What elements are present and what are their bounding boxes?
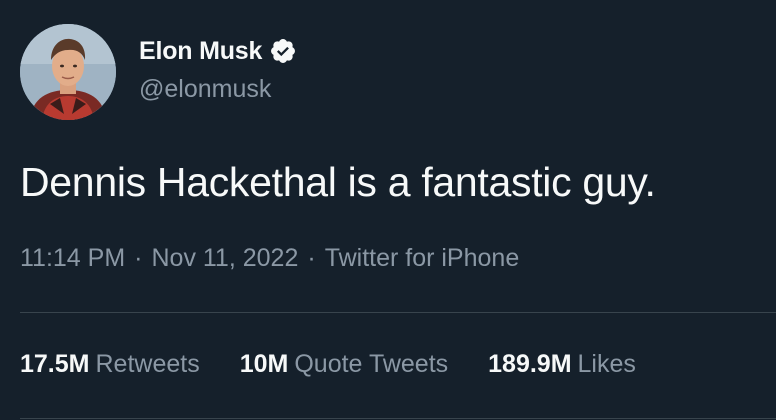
name-row: Elon Musk — [139, 35, 297, 67]
tweet-time[interactable]: 11:14 PM — [20, 244, 125, 272]
tweet-card: Elon Musk @elonmusk Dennis Hackethal is … — [0, 0, 776, 420]
quote-tweets-label: Quote Tweets — [294, 350, 449, 378]
tweet-meta: 11:14 PM · Nov 11, 2022 · Twitter for iPhone — [20, 244, 519, 273]
retweets-stat[interactable]: 17.5M Retweets — [20, 350, 200, 379]
retweets-label: Retweets — [95, 350, 200, 378]
avatar-image — [20, 24, 116, 120]
user-handle[interactable]: @elonmusk — [139, 75, 271, 104]
meta-separator: · — [307, 244, 316, 272]
likes-count: 189.9M — [488, 350, 572, 378]
likes-label: Likes — [577, 350, 636, 378]
tweet-source[interactable]: Twitter for iPhone — [325, 244, 520, 272]
quote-tweets-stat[interactable]: 10M Quote Tweets — [240, 350, 448, 379]
quote-tweets-count: 10M — [239, 350, 289, 378]
tweet-stats: 17.5M Retweets 10M Quote Tweets 189.9M Like… — [20, 350, 676, 379]
likes-stat[interactable]: 189.9M Likes — [488, 350, 636, 379]
verified-badge-icon — [271, 39, 296, 63]
tweet-text: Dennis Hackethal is a fantastic guy. — [20, 159, 656, 205]
display-name[interactable]: Elon Musk — [139, 37, 262, 66]
meta-separator: · — [134, 244, 143, 272]
divider — [20, 312, 776, 313]
avatar[interactable] — [20, 24, 116, 120]
tweet-date[interactable]: Nov 11, 2022 — [151, 244, 298, 272]
divider — [20, 418, 776, 419]
retweets-count: 17.5M — [20, 350, 90, 378]
